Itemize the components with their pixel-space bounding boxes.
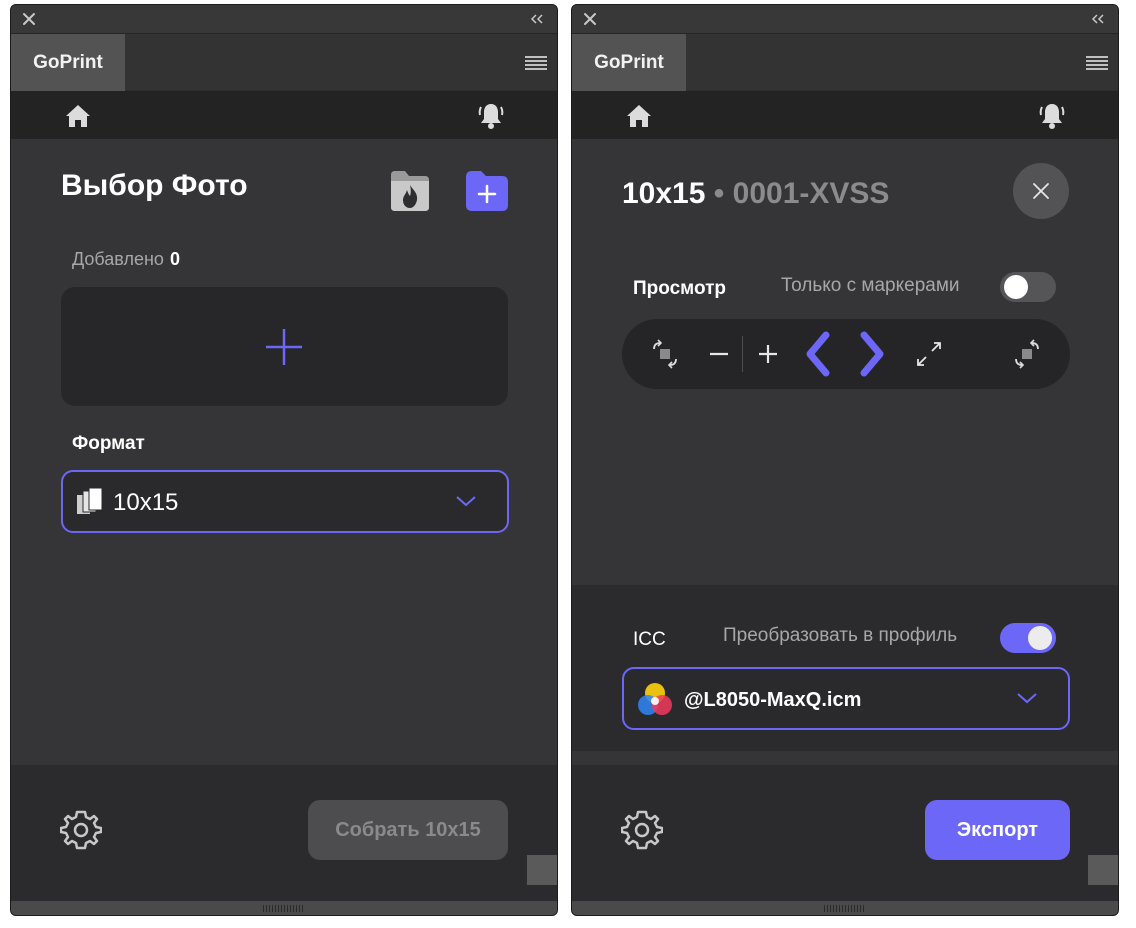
resize-grip[interactable] (824, 905, 864, 912)
close-icon[interactable] (21, 11, 37, 27)
add-folder-icon[interactable] (464, 169, 510, 213)
panel-footer: Экспорт (572, 765, 1118, 901)
close-icon (1033, 183, 1049, 199)
icc-section: ICC Преобразовать в профиль @L8050-MaxQ.… (572, 585, 1118, 767)
title-format: 10x15 (622, 177, 706, 210)
panel-menu-icon[interactable] (525, 56, 547, 70)
color-profile-icon (638, 683, 672, 715)
bell-icon[interactable] (1038, 101, 1066, 131)
close-preview-button[interactable] (1013, 163, 1069, 219)
collapse-icon[interactable] (529, 12, 545, 26)
preview-label: Просмотр (633, 278, 727, 299)
panel-menu-icon[interactable] (1086, 56, 1108, 70)
toggle-knob (1028, 626, 1052, 650)
preview-toolbar (622, 319, 1070, 389)
export-button[interactable]: Экспорт (925, 800, 1070, 860)
goprint-panel-preview: GoPrint 10x15 • 0001-XVSS Просмотр Тольк… (571, 4, 1119, 916)
photo-dropzone[interactable] (61, 287, 508, 406)
close-icon[interactable] (582, 11, 598, 27)
format-select[interactable]: 10x15 (61, 470, 509, 533)
panel-titlebar (11, 5, 557, 34)
gear-icon[interactable] (621, 809, 663, 851)
panel-footer: Собрать 10x15 (11, 765, 557, 901)
title-order-code: 0001-XVSS (732, 177, 890, 210)
icc-profile-value: @L8050-MaxQ.icm (684, 689, 862, 711)
prev-arrow-icon[interactable] (802, 331, 836, 377)
resize-handle[interactable] (1088, 855, 1118, 885)
title-separator: • (713, 177, 725, 210)
rotate-left-icon[interactable] (648, 337, 682, 371)
convert-profile-label: Преобразовать в профиль (723, 625, 958, 646)
added-count: 0 (169, 249, 180, 269)
added-label: Добавлено (72, 249, 164, 269)
markers-only-toggle[interactable] (1000, 272, 1056, 302)
tab-goprint[interactable]: GoPrint (11, 34, 125, 91)
format-stack-icon (77, 488, 103, 514)
zoom-in-icon[interactable] (751, 337, 785, 371)
nav-icon-bar (11, 91, 557, 139)
tab-bar: GoPrint (11, 34, 557, 91)
gear-icon[interactable] (60, 809, 102, 851)
page-title: 10x15 • 0001-XVSS (622, 177, 889, 211)
home-icon[interactable] (626, 103, 652, 129)
icc-profile-select[interactable]: @L8050-MaxQ.icm (622, 667, 1070, 730)
resize-handle[interactable] (527, 855, 557, 885)
rotate-right-icon[interactable] (1010, 337, 1044, 371)
zoom-out-icon[interactable] (702, 337, 736, 371)
resize-grip[interactable] (263, 905, 303, 912)
chevron-down-icon (1017, 693, 1037, 704)
fire-folder-icon[interactable] (387, 169, 433, 213)
panel-titlebar (572, 5, 1118, 34)
icc-label: ICC (633, 629, 666, 650)
markers-only-label: Только с маркерами (781, 275, 960, 296)
format-value: 10x15 (113, 489, 179, 516)
chevron-down-icon (456, 496, 476, 507)
tab-bar: GoPrint (572, 34, 1118, 91)
format-label: Формат (72, 433, 145, 454)
tab-goprint[interactable]: GoPrint (572, 34, 686, 91)
panel-statusbar (11, 901, 557, 915)
home-icon[interactable] (65, 103, 91, 129)
goprint-panel-select-photo: GoPrint Выбор Фото Добавлено 0 Формат 10… (10, 4, 558, 916)
next-arrow-icon[interactable] (854, 331, 888, 377)
toolbar-divider (742, 336, 743, 372)
fullscreen-icon[interactable] (912, 337, 946, 371)
added-counter: Добавлено 0 (72, 249, 180, 270)
toggle-knob (1004, 275, 1028, 299)
panel-statusbar (572, 901, 1118, 915)
collect-button[interactable]: Собрать 10x15 (308, 800, 508, 860)
bell-icon[interactable] (477, 101, 505, 131)
plus-icon (266, 329, 302, 365)
convert-profile-toggle[interactable] (1000, 623, 1056, 653)
collapse-icon[interactable] (1090, 12, 1106, 26)
nav-icon-bar (572, 91, 1118, 139)
page-title: Выбор Фото (61, 169, 248, 202)
